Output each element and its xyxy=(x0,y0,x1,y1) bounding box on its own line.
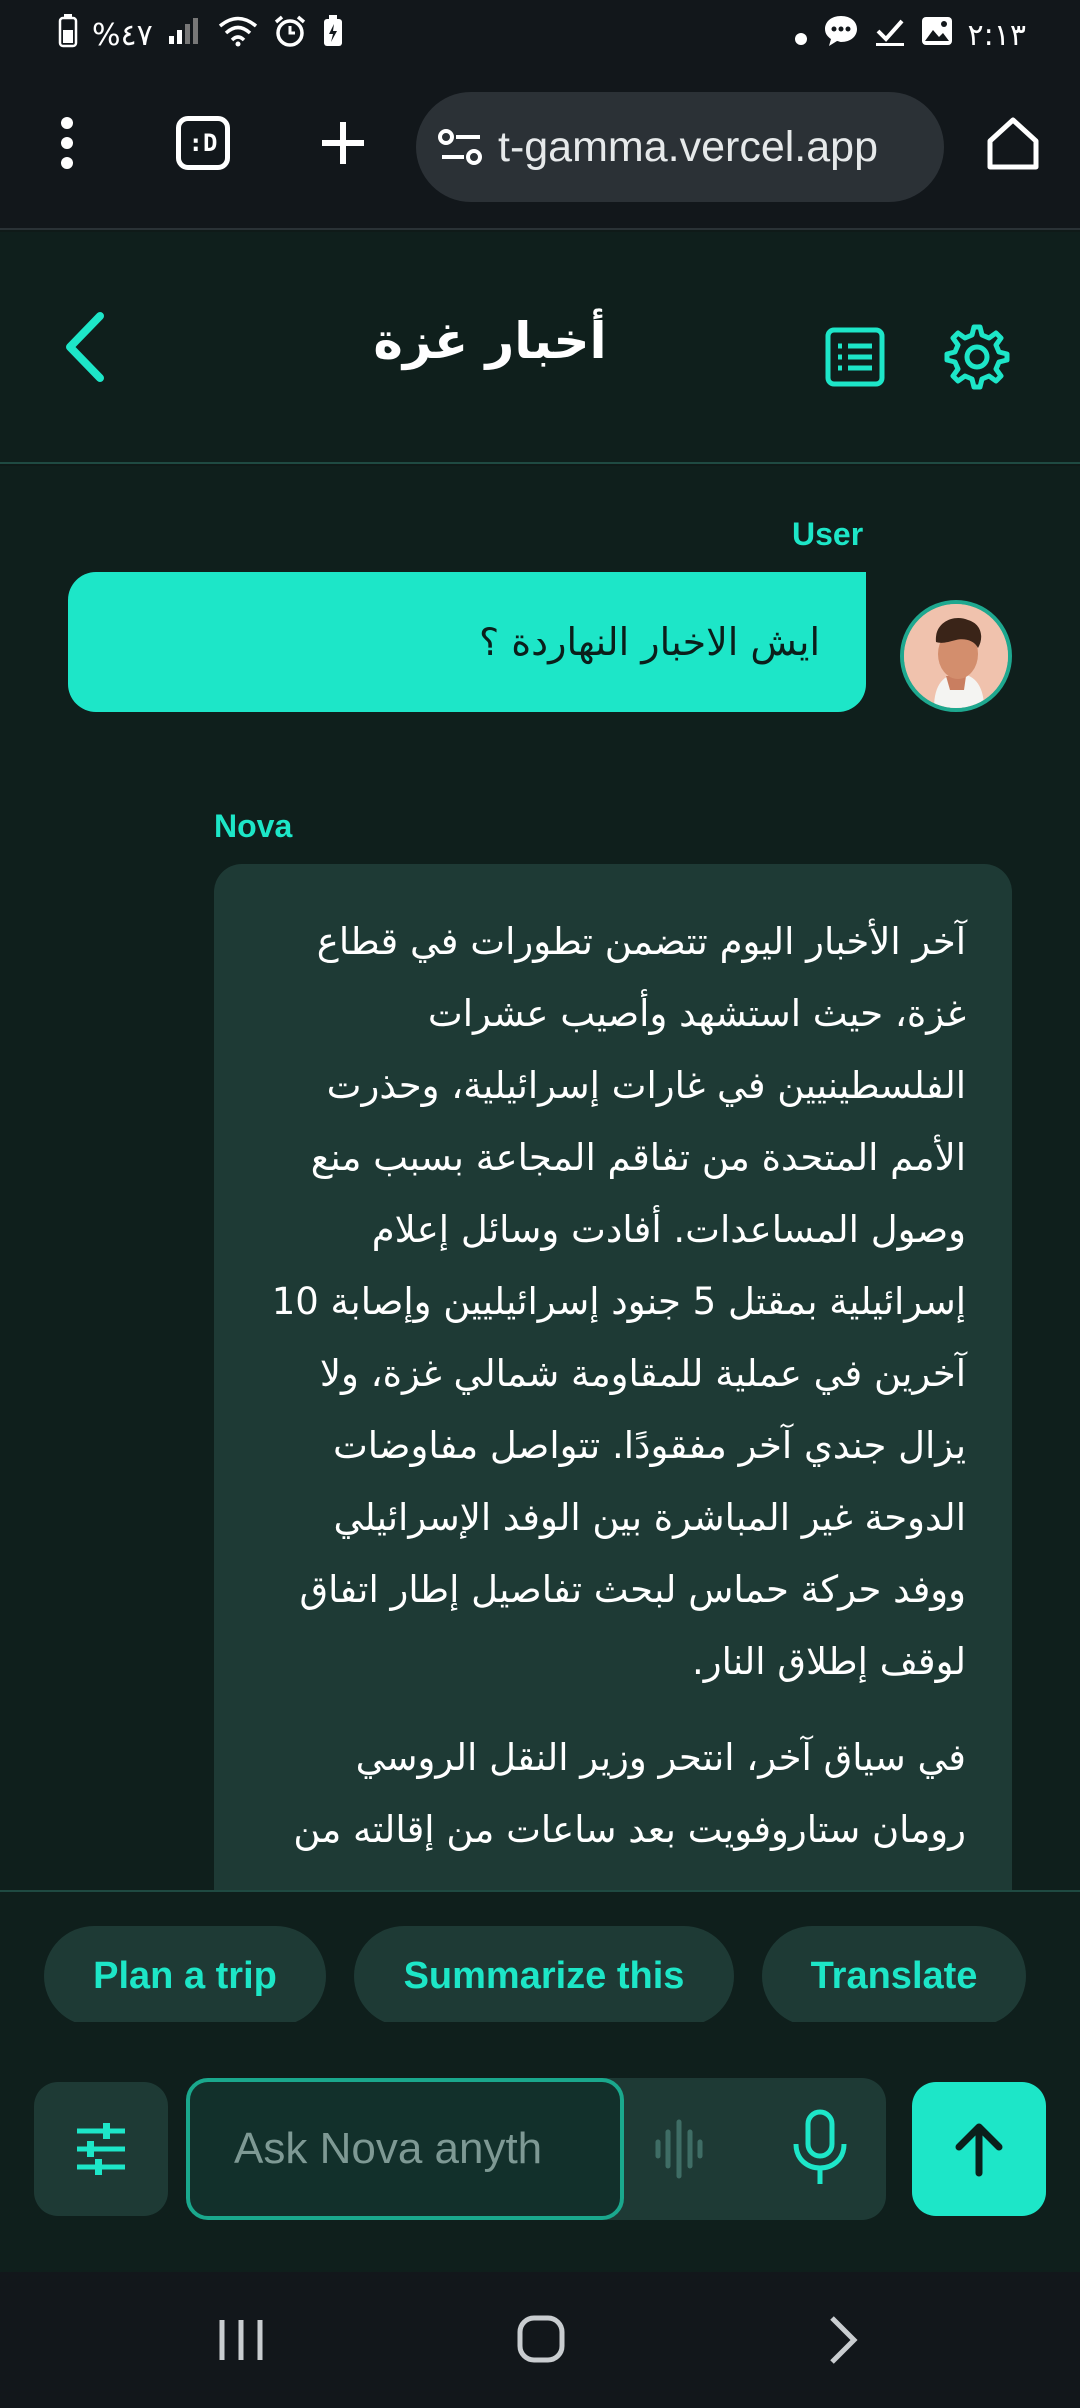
waveform-icon xyxy=(655,2119,703,2179)
voice-mode-button[interactable] xyxy=(644,2114,714,2184)
user-avatar xyxy=(900,600,1012,712)
chat-messages[interactable]: User ايش الاخبار النهاردة ؟ Nova آخر الأ… xyxy=(0,466,1080,1890)
sliders-icon xyxy=(77,2123,125,2175)
browser-toolbar: :D t-gamma.vercel.app xyxy=(0,70,1080,230)
recents-icon xyxy=(219,2320,263,2360)
signal-icon xyxy=(167,15,203,55)
message-input[interactable] xyxy=(186,2078,624,2220)
home-nav-button[interactable] xyxy=(506,2310,576,2370)
tab-switcher-button[interactable]: :D xyxy=(158,98,248,188)
chevron-right-icon xyxy=(830,2316,858,2364)
notification-dot-icon xyxy=(794,15,808,55)
battery-saver-icon xyxy=(321,14,345,57)
options-button[interactable] xyxy=(34,2082,168,2216)
home-button[interactable] xyxy=(968,98,1058,188)
home-circle-icon xyxy=(517,2315,565,2363)
back-nav-button[interactable] xyxy=(808,2310,878,2370)
back-button[interactable] xyxy=(50,302,130,392)
suggestions-bar: Plan a trip Summarize this Translate xyxy=(0,1890,1080,2026)
assistant-label: Nova xyxy=(214,808,293,844)
url-text: t-gamma.vercel.app xyxy=(498,122,878,171)
gear-icon xyxy=(944,324,1010,390)
history-list-button[interactable] xyxy=(820,322,890,392)
clock: ٢:١٣ xyxy=(967,17,1026,53)
task-check-icon xyxy=(874,15,906,56)
new-tab-button[interactable] xyxy=(298,98,388,188)
microphone-button[interactable] xyxy=(780,2106,860,2192)
site-settings-icon xyxy=(438,129,482,165)
wifi-icon xyxy=(217,15,259,56)
battery-icon xyxy=(58,13,78,57)
gallery-icon xyxy=(920,15,954,56)
suggestion-plan-trip[interactable]: Plan a trip xyxy=(44,1926,326,2026)
battery-percent: %٤٧ xyxy=(92,17,153,53)
composer xyxy=(0,2022,1080,2272)
browser-menu-button[interactable] xyxy=(22,98,112,188)
user-label: User xyxy=(792,516,864,552)
plus-icon xyxy=(322,122,364,164)
more-vert-icon xyxy=(61,117,73,169)
chat-bubble-icon xyxy=(822,13,860,58)
system-nav-bar xyxy=(0,2272,1080,2408)
send-button[interactable] xyxy=(912,2082,1046,2216)
user-message-bubble: ايش الاخبار النهاردة ؟ xyxy=(68,572,866,712)
settings-button[interactable] xyxy=(942,322,1012,392)
microphone-icon xyxy=(793,2109,847,2184)
status-bar: %٤٧ ٢:١٣ xyxy=(0,0,1080,70)
app-header: أخبار غزة xyxy=(0,232,1080,464)
arrow-up-icon xyxy=(955,2123,1003,2177)
input-container xyxy=(186,2078,886,2220)
assistant-message-bubble: آخر الأخبار اليوم تتضمن تطورات في قطاع غ… xyxy=(214,864,1012,1890)
avatar-icon xyxy=(904,604,1008,708)
home-icon xyxy=(987,117,1039,170)
assistant-paragraph: في سياق آخر، انتحر وزير النقل الروسي روم… xyxy=(293,1736,966,1851)
page-title: أخبار غزة xyxy=(373,312,607,370)
alarm-icon xyxy=(273,14,307,57)
suggestion-summarize[interactable]: Summarize this xyxy=(354,1926,734,2026)
recents-button[interactable] xyxy=(206,2310,276,2370)
suggestion-translate[interactable]: Translate xyxy=(762,1926,1026,2026)
user-message-text: ايش الاخبار النهاردة ؟ xyxy=(479,620,820,664)
list-icon xyxy=(825,327,885,387)
address-bar[interactable]: t-gamma.vercel.app xyxy=(416,92,944,202)
assistant-paragraph: آخر الأخبار اليوم تتضمن تطورات في قطاع غ… xyxy=(271,920,966,1683)
chevron-left-icon xyxy=(66,312,104,382)
tab-count-icon: :D xyxy=(176,116,230,170)
